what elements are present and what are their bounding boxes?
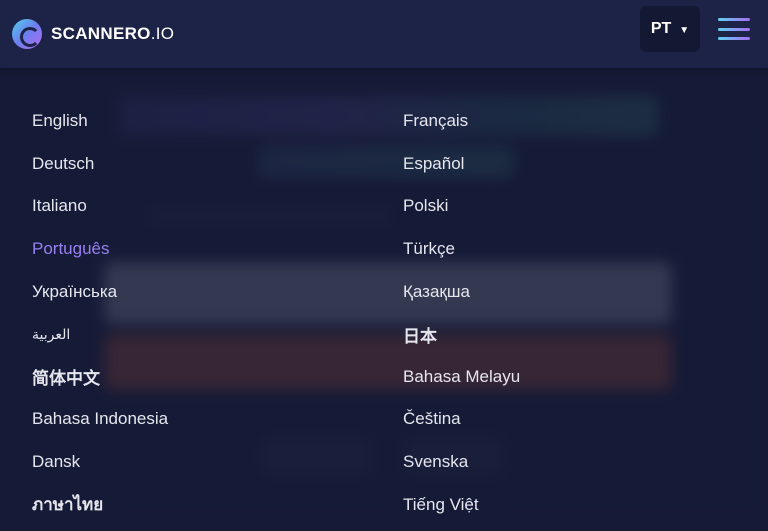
language-option[interactable]: Bahasa Indonesia (32, 398, 403, 441)
language-option[interactable]: Español (403, 143, 732, 186)
language-option[interactable]: Українська (32, 270, 403, 313)
hamburger-line (718, 18, 750, 21)
language-list: English Français Deutsch Español Italiano Pol… (32, 100, 732, 526)
language-option[interactable]: ภาษาไทย (32, 483, 403, 526)
hamburger-line (718, 27, 750, 31)
language-option[interactable]: Čeština (403, 398, 732, 441)
hamburger-menu-icon[interactable] (718, 18, 750, 40)
language-option[interactable]: Svenska (403, 441, 732, 484)
language-selector-button[interactable]: PT ▼ (640, 6, 700, 52)
language-option[interactable]: Deutsch (32, 143, 403, 186)
header: SCANNERO.IO PT ▼ (0, 0, 768, 68)
language-option[interactable]: Türkçe (403, 228, 732, 271)
language-option[interactable]: Français (403, 100, 732, 143)
language-option[interactable]: 日本 (403, 313, 732, 356)
page: SCANNERO.IO PT ▼ English Français Deutsch E… (0, 0, 768, 531)
language-option[interactable]: العربية (32, 313, 403, 356)
language-option[interactable]: Bahasa Melayu (403, 356, 732, 399)
current-language-code: PT (650, 20, 672, 37)
language-option[interactable]: Dansk (32, 441, 403, 484)
language-option[interactable]: Tiếng Việt (403, 483, 732, 526)
language-option[interactable]: Português (32, 228, 403, 271)
language-option[interactable]: Polski (403, 185, 732, 228)
hamburger-line (718, 37, 750, 40)
caret-down-icon: ▼ (679, 24, 690, 36)
logo[interactable]: SCANNERO.IO (12, 19, 174, 49)
language-option[interactable]: 简体中文 (32, 356, 403, 399)
language-option[interactable]: Қазақша (403, 270, 732, 313)
brand-name: SCANNERO (51, 24, 151, 43)
logo-text: SCANNERO.IO (51, 24, 174, 44)
language-option[interactable]: English (32, 100, 403, 143)
language-option[interactable]: Italiano (32, 185, 403, 228)
logo-icon (12, 19, 42, 49)
brand-suffix: .IO (150, 24, 175, 43)
